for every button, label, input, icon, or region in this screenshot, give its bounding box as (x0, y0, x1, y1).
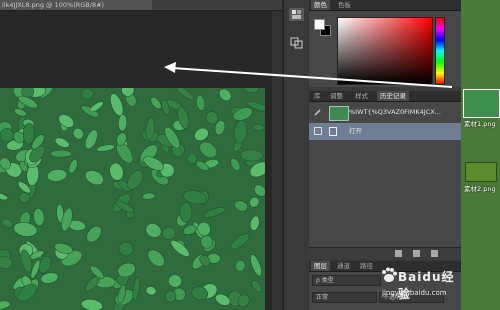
tab-color[interactable]: 颜色 (311, 0, 330, 10)
palette-icon[interactable] (289, 8, 304, 21)
tool-strip (283, 0, 310, 310)
blend-mode-select[interactable]: 正常 (312, 292, 377, 303)
snapshot-icon[interactable] (395, 250, 402, 257)
canvas-scroll-edge (272, 11, 282, 310)
trash-icon[interactable] (431, 250, 438, 257)
open-label: 打开 (349, 127, 362, 135)
snapshot-label: %IWT{%Q3VAZ0FIMK4JCX... (349, 108, 441, 116)
history-brush-icon[interactable] (289, 36, 304, 49)
color-picker-field[interactable] (337, 17, 433, 85)
hue-slider[interactable] (435, 17, 445, 85)
desktop-file1-label[interactable]: 素材1.png (464, 118, 496, 128)
leaves-image (0, 88, 265, 310)
panels-dock: 颜色 色板 库 调整 样式 历史记录 %IWT{%Q3VAZ0FIMK4JCX.… (309, 0, 461, 310)
baidu-watermark: Baidu经验 jingyan.baidu.com (380, 265, 460, 305)
history-footer (309, 247, 461, 259)
tab-adjustments[interactable]: 调整 (327, 91, 346, 101)
tab-styles[interactable]: 样式 (352, 91, 371, 101)
tab-library[interactable]: 库 (311, 91, 324, 101)
desktop-file2-label[interactable]: 素材2.png (464, 183, 496, 193)
desktop-file2-thumbnail[interactable] (465, 162, 497, 182)
canvas-image-leaves[interactable] (0, 88, 265, 310)
color-panel-tabs: 颜色 色板 (309, 0, 461, 11)
tab-layers[interactable]: 图层 (311, 261, 330, 271)
history-snapshot-row[interactable]: %IWT{%Q3VAZ0FIMK4JCX... (309, 104, 461, 121)
tab-swatches[interactable]: 色板 (335, 0, 354, 10)
history-empty-area (309, 142, 461, 247)
watermark-url: jingyan.baidu.com (382, 289, 447, 297)
leaf-shape (50, 149, 72, 158)
camera-icon[interactable] (413, 250, 420, 257)
tab-channels[interactable]: 通道 (334, 261, 353, 271)
document-tab[interactable]: lik4JJXL8.png @ 100%(RGB/8#) (0, 0, 152, 10)
foreground-color-swatch[interactable] (314, 19, 325, 30)
paw-logo-icon (382, 267, 397, 282)
checkbox-icon (314, 127, 322, 135)
tab-paths[interactable]: 路径 (357, 261, 376, 271)
history-open-row[interactable]: 打开 (309, 123, 461, 140)
snapshot-thumbnail (329, 106, 349, 121)
document-icon (329, 127, 337, 136)
document-tab-bar: lik4JJXL8.png @ 100%(RGB/8#) (0, 0, 282, 11)
history-panel: %IWT{%Q3VAZ0FIMK4JCX... 打开 (309, 102, 461, 247)
desktop-background (461, 0, 500, 310)
layer-kind-filter[interactable]: ρ 类型 (312, 275, 381, 286)
brush-icon (314, 109, 321, 116)
history-panel-tabs: 库 调整 样式 历史记录 (309, 91, 461, 102)
tab-history[interactable]: 历史记录 (377, 91, 409, 101)
desktop-file1-thumbnail[interactable] (463, 89, 500, 118)
color-panel (309, 11, 461, 87)
